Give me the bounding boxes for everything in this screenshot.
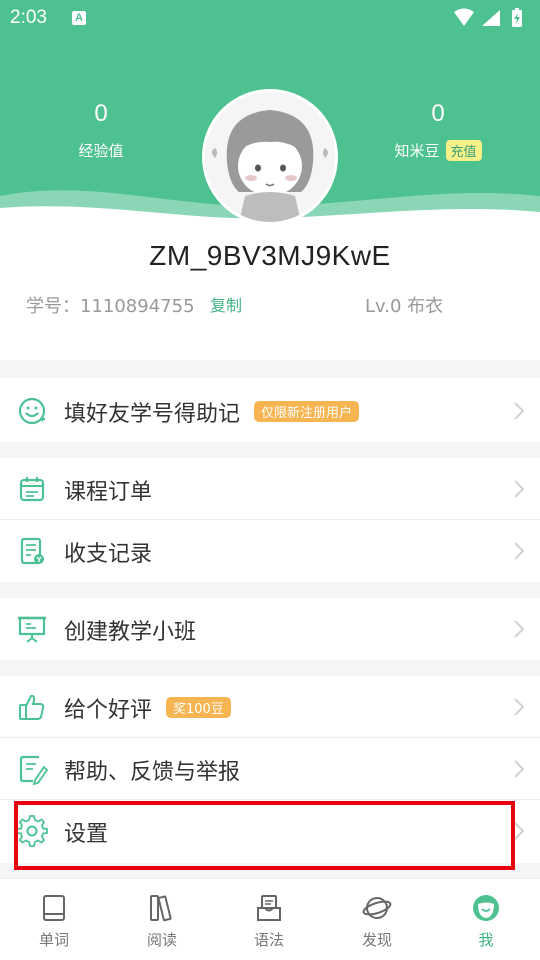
tab-words[interactable]: 单词 (14, 893, 94, 950)
experience-stat[interactable]: 0 经验值 (31, 100, 171, 161)
notification-icon: A (72, 11, 86, 25)
menu-item-orders[interactable]: 课程订单 (0, 458, 540, 520)
me-icon (473, 895, 499, 921)
wifi-icon (454, 8, 474, 26)
menu-label-records: 收支记录 (64, 542, 153, 567)
menu-item-help[interactable]: 帮助、反馈与举报 (0, 738, 540, 800)
menu-item-records[interactable]: 收支记录 (0, 520, 540, 582)
avatar-illustration (205, 92, 335, 222)
bottom-tab-bar: 单词 阅读 语法 发现 我 (0, 878, 540, 960)
calendar-icon (19, 477, 45, 502)
status-icons (454, 8, 522, 27)
grammar-icon (257, 895, 281, 921)
tab-grammar[interactable]: 语法 (229, 893, 309, 950)
book-icon (43, 895, 65, 921)
reward-badge: 奖100豆 (166, 697, 231, 718)
quick-links-partial (0, 322, 540, 348)
menu-item-review[interactable]: 给个好评 奖100豆 (0, 676, 540, 738)
smile-icon (18, 397, 46, 425)
menu-label-orders: 课程订单 (64, 480, 153, 505)
new-user-badge: 仅限新注册用户 (254, 401, 360, 422)
section-gap (0, 582, 540, 598)
recharge-button[interactable]: 充值 (445, 140, 482, 161)
thumbs-up-icon (19, 694, 45, 720)
menu-label-help: 帮助、反馈与举报 (64, 760, 241, 785)
chevron-right-icon (514, 542, 524, 560)
feedback-icon (19, 755, 48, 785)
signal-icon (482, 10, 500, 26)
menu-item-class[interactable]: 创建教学小班 (0, 598, 540, 660)
menu-label-invite: 填好友学号得助记 (64, 402, 241, 427)
copy-button[interactable]: 复制 (210, 292, 242, 316)
tab-discover[interactable]: 发现 (337, 893, 417, 950)
beans-label: 知米豆 (394, 142, 440, 160)
chevron-right-icon (514, 402, 524, 420)
section-gap (0, 360, 540, 378)
planet-icon (362, 897, 392, 919)
tab-label-discover: 发现 (361, 931, 392, 949)
user-level: Lv.0 布衣 (365, 296, 444, 317)
tab-label-grammar: 语法 (253, 931, 284, 949)
chevron-right-icon (514, 620, 524, 638)
chevron-right-icon (514, 822, 524, 840)
experience-value: 0 (94, 100, 108, 127)
tab-label-me: 我 (478, 931, 494, 949)
books-icon (150, 895, 172, 922)
receipt-icon (20, 537, 44, 565)
avatar[interactable] (202, 89, 338, 225)
chevron-right-icon (514, 760, 524, 778)
beans-value: 0 (431, 100, 445, 127)
whiteboard-icon (18, 616, 46, 643)
menu-item-invite[interactable]: 填好友学号得助记 仅限新注册用户 (0, 380, 540, 442)
tab-me[interactable]: 我 (446, 893, 526, 950)
tab-label-words: 单词 (38, 931, 69, 949)
username: ZM_9BV3MJ9KwE (149, 240, 391, 271)
section-gap (0, 442, 540, 458)
settings-highlight-box (14, 801, 515, 870)
chevron-right-icon (514, 698, 524, 716)
status-time: 2:03 (10, 7, 47, 28)
chevron-right-icon (514, 480, 524, 498)
tab-reading[interactable]: 阅读 (122, 893, 202, 950)
status-bar: 2:03 A (0, 0, 540, 36)
beans-stat[interactable]: 0 知米豆 充值 (368, 100, 508, 161)
student-id: 学号：1110894755 (26, 296, 195, 317)
tab-label-reading: 阅读 (146, 931, 177, 949)
experience-label: 经验值 (78, 142, 124, 160)
menu-label-review: 给个好评 (64, 698, 153, 723)
menu-label-class: 创建教学小班 (64, 620, 197, 645)
section-gap (0, 660, 540, 676)
